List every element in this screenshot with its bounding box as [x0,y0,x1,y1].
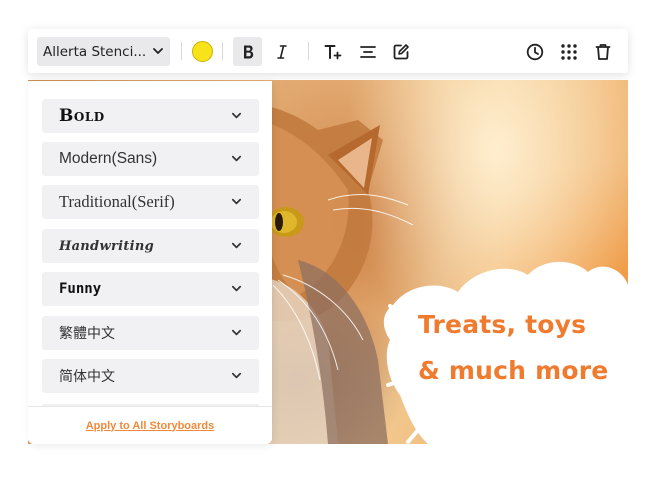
align-button[interactable] [353,37,382,66]
history-button[interactable] [520,37,549,66]
apply-to-all-link[interactable]: Apply to All Storyboards [86,420,215,432]
font-option-label: 繁體中文 [59,326,115,342]
font-family-dropdown[interactable]: Allerta Stenci... [37,37,170,66]
font-option-simplified-chinese[interactable]: 简体中文 [42,359,259,393]
chevron-down-icon [231,372,242,379]
italic-icon [276,44,287,59]
grid-button[interactable] [554,37,583,66]
toolbar-divider [222,42,223,60]
callout-line-2[interactable]: & much more [418,356,638,385]
callout-line-1[interactable]: Treats, toys [418,310,638,339]
chevron-down-icon [231,198,242,205]
font-option-handwriting[interactable]: Handwriting [42,229,259,263]
font-option-label: Bold [59,106,105,126]
delete-button[interactable] [588,37,617,66]
edit-icon [393,43,409,59]
edit-text-button[interactable] [386,37,415,66]
font-option-label: 简体中文 [59,369,115,385]
chevron-down-icon [231,242,242,249]
align-center-icon [359,45,376,58]
chevron-down-icon [153,48,163,54]
font-option-bold[interactable]: Bold [42,99,259,133]
text-size-icon [324,44,341,59]
text-size-button[interactable] [318,37,347,66]
bold-icon [243,45,253,58]
font-option-label: Traditional(Serif) [59,192,175,211]
font-option-label: Funny [59,281,102,297]
text-color-swatch[interactable] [192,41,213,62]
font-style-panel: Bold Modern(Sans) Traditional(Serif) Han… [28,81,272,444]
font-option-modern[interactable]: Modern(Sans) [42,142,259,176]
bold-button[interactable] [233,37,262,66]
chevron-down-icon [231,285,242,292]
toolbar-divider [308,42,309,60]
clock-icon [526,43,543,60]
font-option-label: Modern(Sans) [59,150,158,167]
chevron-down-icon [231,329,242,336]
panel-footer: Apply to All Storyboards [28,406,272,444]
chevron-down-icon [231,155,242,162]
font-option-funny[interactable]: Funny [42,272,259,306]
trash-icon [595,43,610,60]
text-toolbar: Allerta Stenci... [28,29,628,73]
font-option-traditional[interactable]: Traditional(Serif) [42,185,259,219]
italic-button[interactable] [267,37,296,66]
toolbar-divider [181,42,182,60]
grid-dots-icon [560,43,577,60]
font-option-traditional-chinese[interactable]: 繁體中文 [42,316,259,350]
font-family-value: Allerta Stenci... [43,43,147,60]
font-option-label: Handwriting [59,238,155,254]
chevron-down-icon [231,112,242,119]
